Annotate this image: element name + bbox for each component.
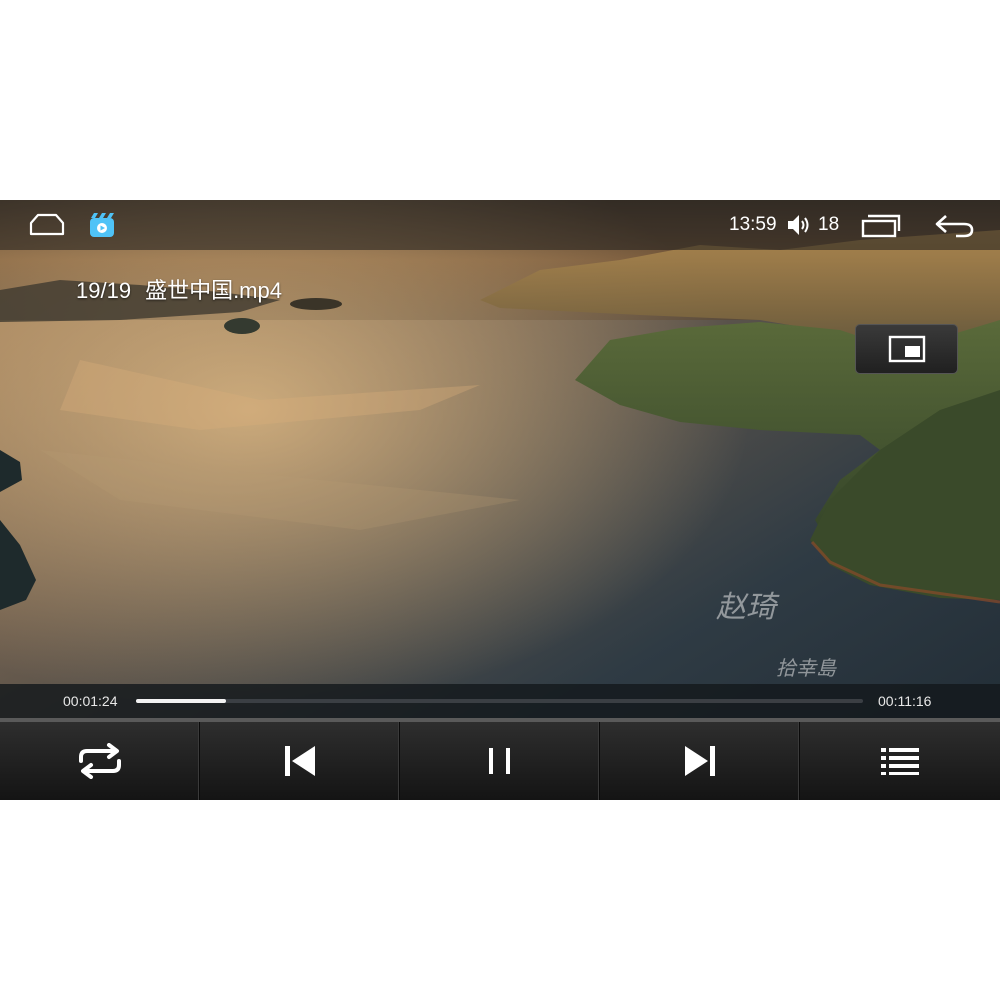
- playlist-index: 19/19: [76, 278, 132, 303]
- playback-controls: [0, 722, 1000, 800]
- video-watermark-line2: 拾幸島: [776, 656, 836, 680]
- elapsed-time: 00:01:24: [63, 693, 118, 709]
- video-player-screen: 13:59 18 19/19 盛世中国.mp4 赵琦 拾幸島 00:01:24 …: [0, 200, 1000, 800]
- progress-area: 00:01:24 00:11:16: [0, 684, 1000, 718]
- picture-in-picture-button[interactable]: [855, 324, 958, 374]
- back-arrow-icon[interactable]: [934, 212, 976, 245]
- previous-button[interactable]: [200, 722, 400, 800]
- video-watermark-line1: 赵琦: [716, 590, 776, 625]
- pause-icon: [488, 748, 510, 774]
- video-title: 19/19 盛世中国.mp4: [76, 273, 282, 305]
- repeat-icon: [78, 743, 121, 779]
- recents-icon[interactable]: [860, 213, 902, 244]
- playlist-button[interactable]: [800, 722, 1000, 800]
- total-duration: 00:11:16: [878, 693, 932, 709]
- next-button[interactable]: [600, 722, 800, 800]
- playlist-icon: [881, 748, 919, 775]
- status-bar: 13:59 18: [0, 200, 1000, 250]
- video-player-app-icon[interactable]: [88, 200, 116, 250]
- skip-previous-icon: [284, 746, 315, 776]
- repeat-button[interactable]: [0, 722, 200, 800]
- video-filename: 盛世中国.mp4: [145, 278, 282, 303]
- seek-bar[interactable]: [136, 699, 863, 703]
- seek-bar-fill: [136, 699, 227, 703]
- volume-level: 18: [818, 214, 840, 235]
- status-clock: 13:59: [729, 214, 777, 235]
- home-icon[interactable]: [28, 200, 66, 250]
- pause-button[interactable]: [400, 722, 600, 800]
- volume-icon[interactable]: [786, 213, 812, 242]
- picture-in-picture-icon: [888, 335, 925, 363]
- skip-next-icon: [684, 746, 715, 776]
